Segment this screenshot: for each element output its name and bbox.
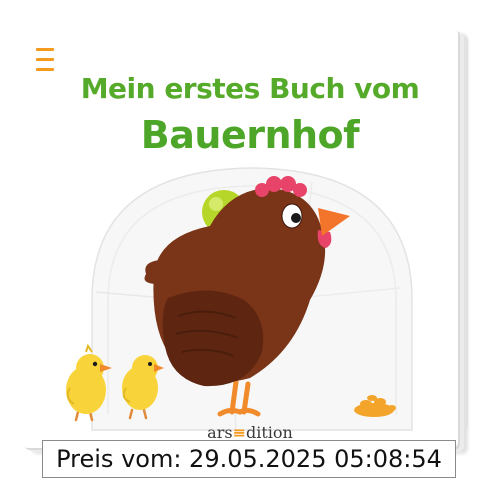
- cover-illustration: [66, 167, 413, 431]
- price-label: Preis vom: 29.05.2025 05:08:54: [42, 440, 456, 478]
- price-label-text: Preis vom: 29.05.2025 05:08:54: [56, 445, 442, 473]
